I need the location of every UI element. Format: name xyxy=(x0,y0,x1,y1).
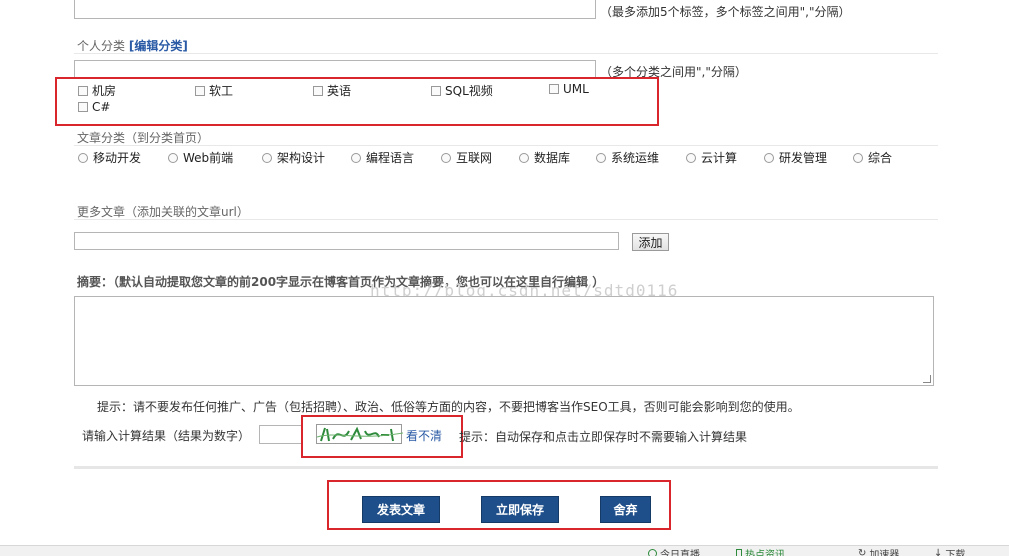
captcha-input[interactable] xyxy=(259,425,303,444)
tags-hint: （最多添加5个标签，多个标签之间用","分隔） xyxy=(600,5,851,19)
article-category-radio-9[interactable]: 综合 xyxy=(853,149,892,166)
edit-category-link[interactable]: [编辑分类] xyxy=(129,39,188,53)
play-icon xyxy=(648,549,657,556)
checkbox-icon xyxy=(195,85,205,96)
more-articles-title: 更多文章（添加关联的文章url） xyxy=(77,205,249,219)
captcha-label: 请输入计算结果（结果为数字） xyxy=(82,429,251,443)
category-checkbox-1[interactable]: 软工 xyxy=(195,82,233,99)
category-checkbox-3[interactable]: SQL视频 xyxy=(431,82,493,99)
article-category-radio-6[interactable]: 系统运维 xyxy=(596,149,659,166)
statusbar-download[interactable]: ↓ 下载 xyxy=(934,546,965,556)
article-category-radio-7[interactable]: 云计算 xyxy=(686,149,737,166)
category-checkbox-4[interactable]: UML xyxy=(549,82,589,96)
radio-icon xyxy=(262,152,272,163)
publish-button[interactable]: 发表文章 xyxy=(362,496,440,523)
refresh-captcha-link[interactable]: 看不清 xyxy=(406,427,442,444)
radio-icon xyxy=(78,152,88,163)
checkbox-icon xyxy=(549,84,559,94)
article-category-radio-4[interactable]: 互联网 xyxy=(441,149,492,166)
article-category-title: 文章分类（到分类首页） xyxy=(77,131,210,145)
checkbox-icon xyxy=(431,85,441,96)
captcha-hint: 提示：自动保存和点击立即保存时不需要输入计算结果 xyxy=(459,430,748,444)
phone-icon xyxy=(736,549,742,556)
article-category-radio-3[interactable]: 编程语言 xyxy=(351,149,414,166)
save-button[interactable]: 立即保存 xyxy=(481,496,559,523)
radio-icon xyxy=(764,152,774,163)
discard-button[interactable]: 舍弃 xyxy=(600,496,651,523)
browser-statusbar: 今日直播 热点资讯 ↻ 加速器 ↓ 下载 xyxy=(0,545,1009,556)
radio-icon xyxy=(351,152,361,163)
category-checkbox-5[interactable]: C# xyxy=(78,100,110,114)
radio-icon xyxy=(596,152,606,163)
article-category-radio-2[interactable]: 架构设计 xyxy=(262,149,325,166)
personal-category-title: 个人分类 [编辑分类] xyxy=(77,37,188,54)
resize-handle-icon[interactable] xyxy=(923,375,931,383)
tags-input[interactable] xyxy=(74,0,596,19)
actions-divider xyxy=(74,466,938,469)
article-category-radio-1[interactable]: Web前端 xyxy=(168,149,233,166)
radio-icon xyxy=(441,152,451,163)
divider xyxy=(74,53,938,54)
speed-icon: ↻ xyxy=(858,548,867,556)
category-checkbox-2[interactable]: 英语 xyxy=(313,82,351,99)
radio-icon xyxy=(853,152,863,163)
article-category-radio-0[interactable]: 移动开发 xyxy=(78,149,141,166)
checkbox-icon xyxy=(78,85,88,96)
radio-icon xyxy=(686,152,696,163)
personal-category-label: 个人分类 xyxy=(77,39,126,53)
add-url-button[interactable]: 添加 xyxy=(632,233,669,251)
statusbar-live[interactable]: 今日直播 xyxy=(648,546,700,556)
category-checkbox-0[interactable]: 机房 xyxy=(78,82,116,99)
divider xyxy=(74,145,938,146)
captcha-image xyxy=(316,424,404,444)
notice-text: 提示：请不要发布任何推广、广告（包括招聘）、政治、低俗等方面的内容，不要把博客当… xyxy=(97,400,800,414)
article-category-radio-8[interactable]: 研发管理 xyxy=(764,149,827,166)
radio-icon xyxy=(519,152,529,163)
article-url-input[interactable] xyxy=(74,232,619,250)
article-category-radio-5[interactable]: 数据库 xyxy=(519,149,570,166)
divider xyxy=(74,219,938,220)
radio-icon xyxy=(168,152,178,163)
checkbox-icon xyxy=(313,85,323,96)
summary-textarea[interactable] xyxy=(74,296,934,386)
checkbox-icon xyxy=(78,102,88,112)
download-icon: ↓ xyxy=(934,548,943,556)
statusbar-accelerator[interactable]: ↻ 加速器 xyxy=(858,546,899,556)
statusbar-news[interactable]: 热点资讯 xyxy=(736,546,785,556)
